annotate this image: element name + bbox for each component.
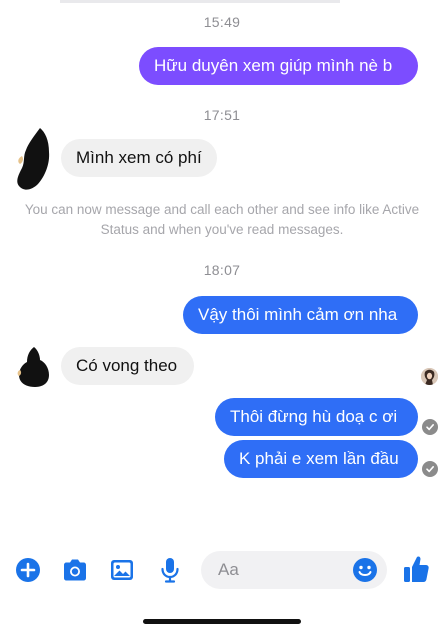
image-icon[interactable]	[109, 557, 135, 583]
sent-check-icon	[422, 461, 438, 477]
message-composer: Aa	[0, 548, 444, 592]
microphone-icon[interactable]	[158, 556, 182, 584]
message-input-placeholder: Aa	[218, 560, 239, 579]
outgoing-message-bubble[interactable]: K phải e xem lần đầu	[224, 440, 418, 478]
timestamp: 17:51	[203, 107, 241, 123]
contact-avatar-obscured[interactable]	[16, 346, 52, 388]
emoji-icon[interactable]	[352, 557, 378, 583]
outgoing-message-bubble[interactable]: Hữu duyên xem giúp mình nè b	[139, 47, 418, 85]
camera-icon[interactable]	[61, 557, 89, 583]
connection-notice: You can now message and call each other …	[24, 202, 420, 237]
seen-indicator-avatar	[421, 368, 438, 385]
timestamp: 15:49	[203, 14, 241, 30]
incoming-message-bubble[interactable]: Có vong theo	[61, 347, 194, 385]
outgoing-message-bubble[interactable]: Vậy thôi mình cảm ơn nha	[183, 296, 418, 334]
contact-avatar-obscured[interactable]	[14, 126, 54, 192]
home-indicator	[143, 619, 301, 624]
thumbs-up-icon[interactable]	[402, 554, 430, 584]
timestamp: 18:07	[203, 262, 241, 278]
plus-icon[interactable]	[15, 557, 41, 583]
outgoing-message-bubble[interactable]: Thôi đừng hù doạ c ơi	[215, 398, 418, 436]
incoming-message-bubble[interactable]: Mình xem có phí	[61, 139, 217, 177]
sent-check-icon	[422, 419, 438, 435]
status-bar-remnant	[60, 0, 340, 3]
